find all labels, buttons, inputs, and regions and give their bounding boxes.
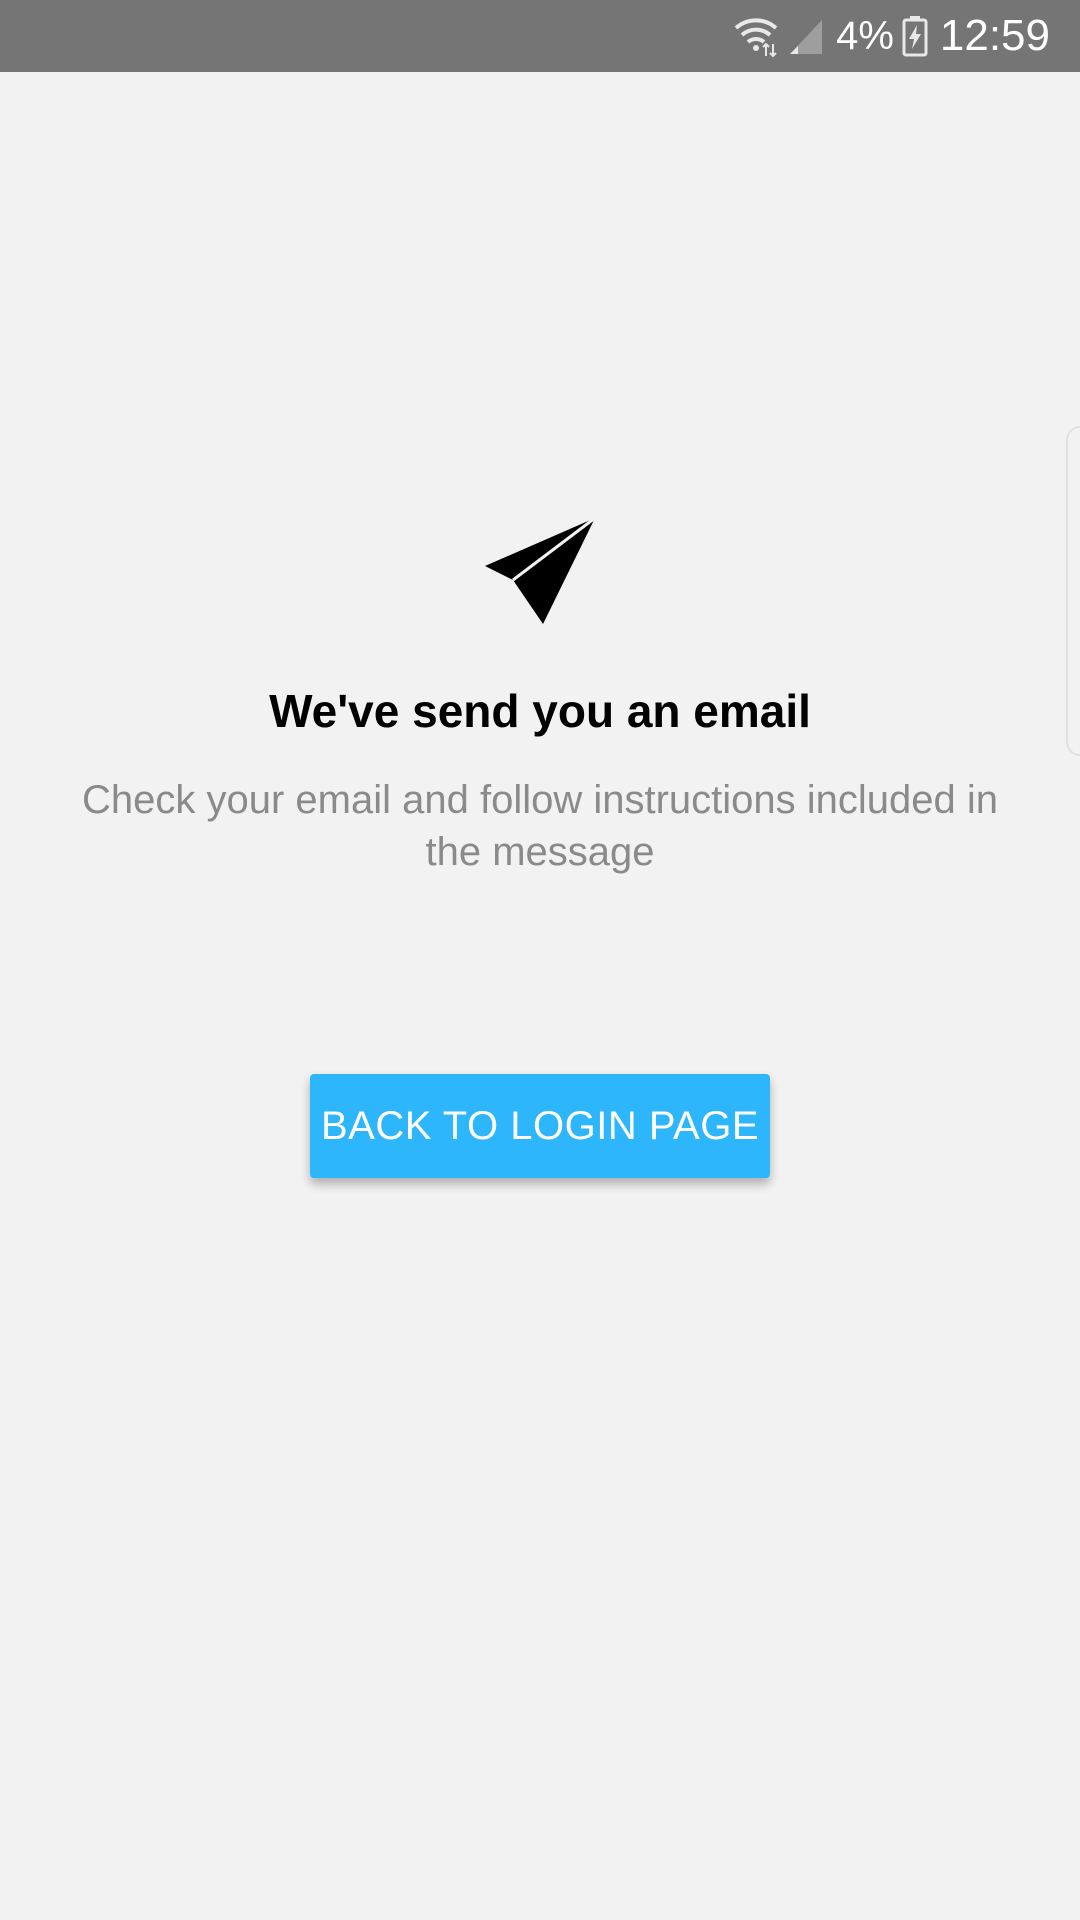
- signal-icon: [788, 16, 824, 56]
- main-content: [0, 72, 1080, 1920]
- page-title: We've send you an email: [269, 685, 811, 737]
- edge-panel-handle[interactable]: [1066, 426, 1080, 756]
- paper-plane-icon: [480, 512, 602, 634]
- wifi-icon: [732, 14, 780, 58]
- clock: 12:59: [939, 11, 1050, 60]
- instructions-text: Check your email and follow instructions…: [81, 778, 998, 874]
- battery-percent: 4%: [836, 13, 894, 58]
- status-bar: 4% 12:59: [0, 0, 1080, 72]
- back-to-login-button[interactable]: BACK TO LOGIN PAGE: [310, 1074, 770, 1178]
- battery-charging-icon: [902, 15, 928, 57]
